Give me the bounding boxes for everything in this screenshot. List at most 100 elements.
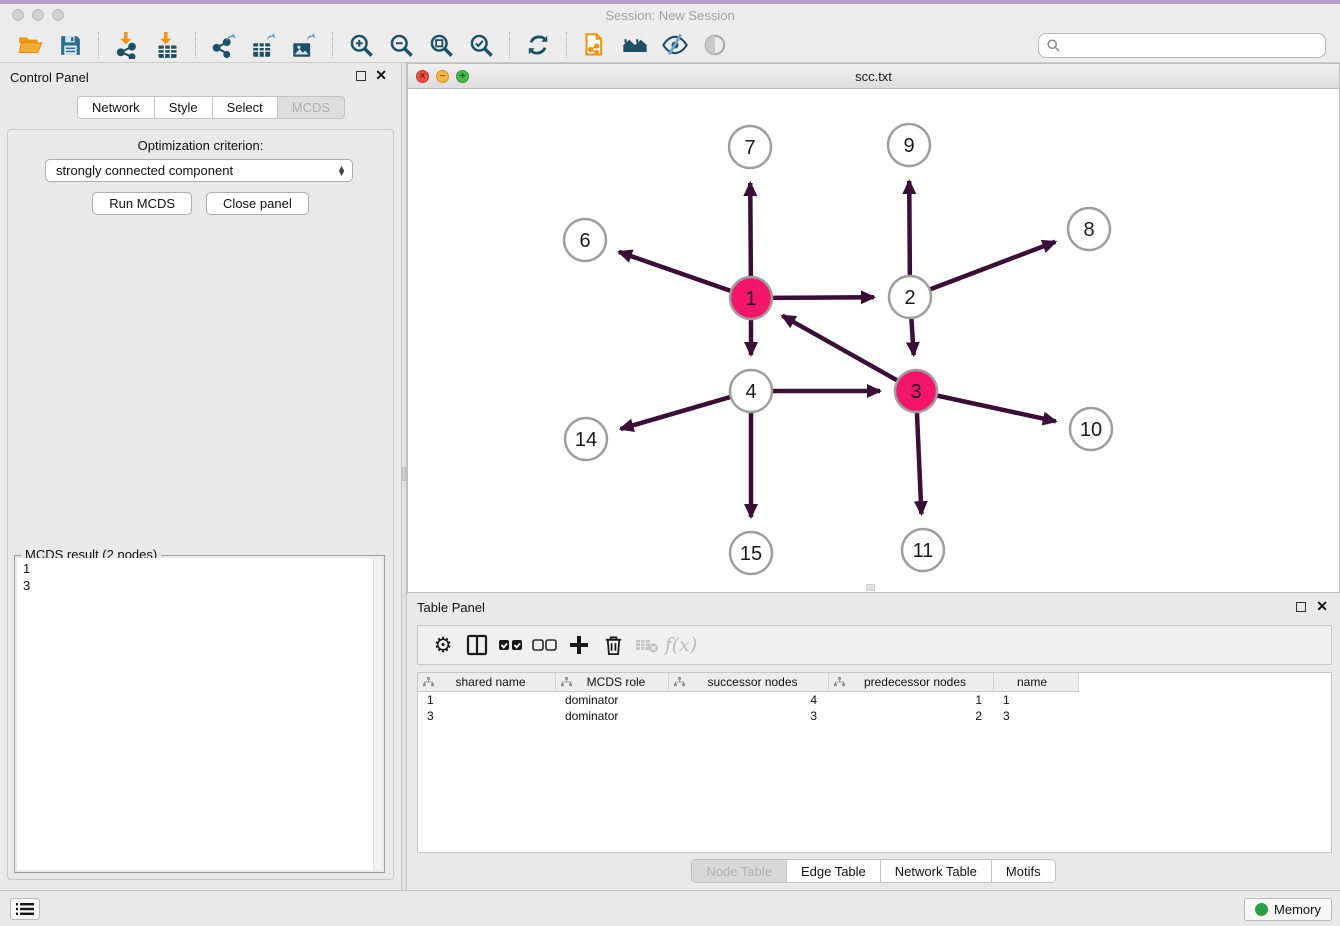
list-icon	[16, 902, 34, 916]
deselect-all-icon[interactable]	[528, 629, 562, 661]
network-view-window: × − + scc.txt 7968124314101511	[407, 63, 1340, 593]
control-panel-title: Control Panel	[10, 70, 89, 85]
delete-table-icon	[630, 629, 664, 661]
search-input[interactable]	[1061, 38, 1318, 52]
graph-edge-3-10[interactable]	[936, 395, 1056, 421]
zoom-in-icon[interactable]	[345, 30, 377, 60]
show-hide-graphics-icon[interactable]	[619, 30, 651, 60]
tab-edge-table[interactable]: Edge Table	[787, 859, 881, 883]
tab-mcds[interactable]: MCDS	[278, 96, 345, 119]
graph-edge-2-3[interactable]	[911, 317, 913, 355]
export-image-icon[interactable]	[288, 30, 320, 60]
export-network-icon[interactable]	[208, 30, 240, 60]
splitter-grip[interactable]	[402, 467, 406, 481]
mcds-result-box: MCDS result (2 nodes) 1 3	[14, 555, 385, 873]
network-window-titlebar[interactable]: × − + scc.txt	[408, 64, 1339, 89]
run-mcds-button[interactable]: Run MCDS	[92, 192, 192, 215]
float-table-panel-icon[interactable]	[1296, 602, 1306, 612]
tab-style[interactable]: Style	[155, 96, 213, 119]
tab-node-table[interactable]: Node Table	[691, 859, 787, 883]
table-cell: 4	[669, 692, 829, 708]
graph-node-label: 3	[910, 381, 921, 403]
delete-icon[interactable]	[596, 629, 630, 661]
toolbar-separator	[195, 32, 196, 58]
table-row[interactable]: 3dominator323	[418, 708, 1331, 724]
export-table-icon[interactable]	[248, 30, 280, 60]
graph-edge-3-11[interactable]	[917, 411, 922, 514]
graph-edge-1-6[interactable]	[619, 252, 732, 292]
close-panel-icon[interactable]: ✕	[375, 68, 387, 82]
column-header-successor-nodes[interactable]: successor nodes	[669, 673, 829, 692]
toolbar-separator	[566, 32, 567, 58]
table-toolbar: ⚙	[417, 625, 1332, 665]
graph-node-label: 4	[745, 381, 756, 403]
tab-motifs[interactable]: Motifs	[992, 859, 1056, 883]
control-panel-tabs: Network Style Select MCDS	[77, 96, 345, 119]
memory-status-dot	[1255, 903, 1268, 916]
import-table-icon[interactable]	[151, 30, 183, 60]
table-cell: 1	[418, 692, 556, 708]
graph-edge-2-9[interactable]	[909, 181, 910, 277]
close-panel-button[interactable]: Close panel	[206, 192, 309, 215]
table-panel-tabs: Node Table Edge Table Network Table Moti…	[407, 859, 1340, 883]
table-cell: 1	[829, 692, 994, 708]
dropdown-selected-value: strongly connected component	[56, 163, 337, 178]
canvas-grip[interactable]	[866, 584, 875, 591]
dropdown-stepper-icon: ▲▼	[337, 166, 346, 176]
table-cell: dominator	[556, 708, 669, 724]
table-cell: 1	[994, 692, 1079, 708]
graph-edge-1-2[interactable]	[771, 297, 874, 298]
zoom-selected-icon[interactable]	[465, 30, 497, 60]
table-row[interactable]: 1dominator411	[418, 692, 1331, 708]
search-field[interactable]	[1038, 33, 1326, 58]
graph-edge-3-1[interactable]	[782, 316, 898, 382]
titlebar: Session: New Session	[0, 4, 1340, 28]
zoom-fit-icon[interactable]	[425, 30, 457, 60]
node-table-header: shared nameMCDS rolesuccessor nodesprede…	[418, 673, 1331, 692]
main-toolbar	[0, 28, 1340, 63]
column-header-name[interactable]: name	[994, 673, 1079, 692]
table-panel: Table Panel ✕ ⚙	[407, 593, 1340, 890]
gear-icon[interactable]: ⚙	[426, 629, 460, 661]
mcds-result-scrollbar[interactable]	[373, 558, 382, 870]
tab-select[interactable]: Select	[213, 96, 278, 119]
split-view-icon[interactable]	[460, 629, 494, 661]
graph-node-label: 7	[744, 137, 755, 159]
graph-node-label: 6	[579, 230, 590, 252]
toolbar-separator	[98, 32, 99, 58]
function-builder-icon: f(x)	[664, 629, 698, 661]
close-table-panel-icon[interactable]: ✕	[1316, 599, 1328, 613]
select-all-icon[interactable]	[494, 629, 528, 661]
graph-node-label: 15	[740, 543, 762, 565]
import-network-icon[interactable]	[111, 30, 143, 60]
optimization-criterion-dropdown[interactable]: strongly connected component ▲▼	[45, 159, 353, 182]
tab-network[interactable]: Network	[77, 96, 155, 119]
save-session-icon[interactable]	[54, 30, 86, 60]
eye-disabled-icon	[699, 30, 731, 60]
memory-button[interactable]: Memory	[1244, 898, 1332, 921]
duplicate-network-icon[interactable]	[579, 30, 611, 60]
node-table: shared nameMCDS rolesuccessor nodesprede…	[417, 672, 1332, 853]
mcds-result-list[interactable]: 1 3	[17, 558, 373, 870]
hide-details-icon[interactable]	[659, 30, 691, 60]
optimization-criterion-label: Optimization criterion:	[8, 138, 393, 153]
add-column-icon[interactable]	[562, 629, 596, 661]
graph-edge-4-14[interactable]	[621, 397, 732, 429]
graph-node-label: 10	[1080, 419, 1102, 441]
column-header-MCDS-role[interactable]: MCDS role	[556, 673, 669, 692]
graph-node-label: 2	[904, 287, 915, 309]
float-panel-icon[interactable]	[356, 71, 366, 81]
column-header-shared-name[interactable]: shared name	[418, 673, 556, 692]
graph-edge-1-7[interactable]	[750, 183, 751, 278]
graph-edge-2-8[interactable]	[929, 242, 1056, 290]
refresh-icon[interactable]	[522, 30, 554, 60]
open-file-icon[interactable]	[14, 30, 46, 60]
table-cell: 3	[994, 708, 1079, 724]
node-table-body: 1dominator4113dominator323	[418, 692, 1331, 724]
zoom-out-icon[interactable]	[385, 30, 417, 60]
tab-network-table[interactable]: Network Table	[881, 859, 992, 883]
table-panel-title: Table Panel	[417, 600, 485, 615]
task-history-button[interactable]	[10, 898, 40, 920]
column-header-predecessor-nodes[interactable]: predecessor nodes	[829, 673, 994, 692]
network-canvas[interactable]: 7968124314101511	[408, 89, 1339, 592]
